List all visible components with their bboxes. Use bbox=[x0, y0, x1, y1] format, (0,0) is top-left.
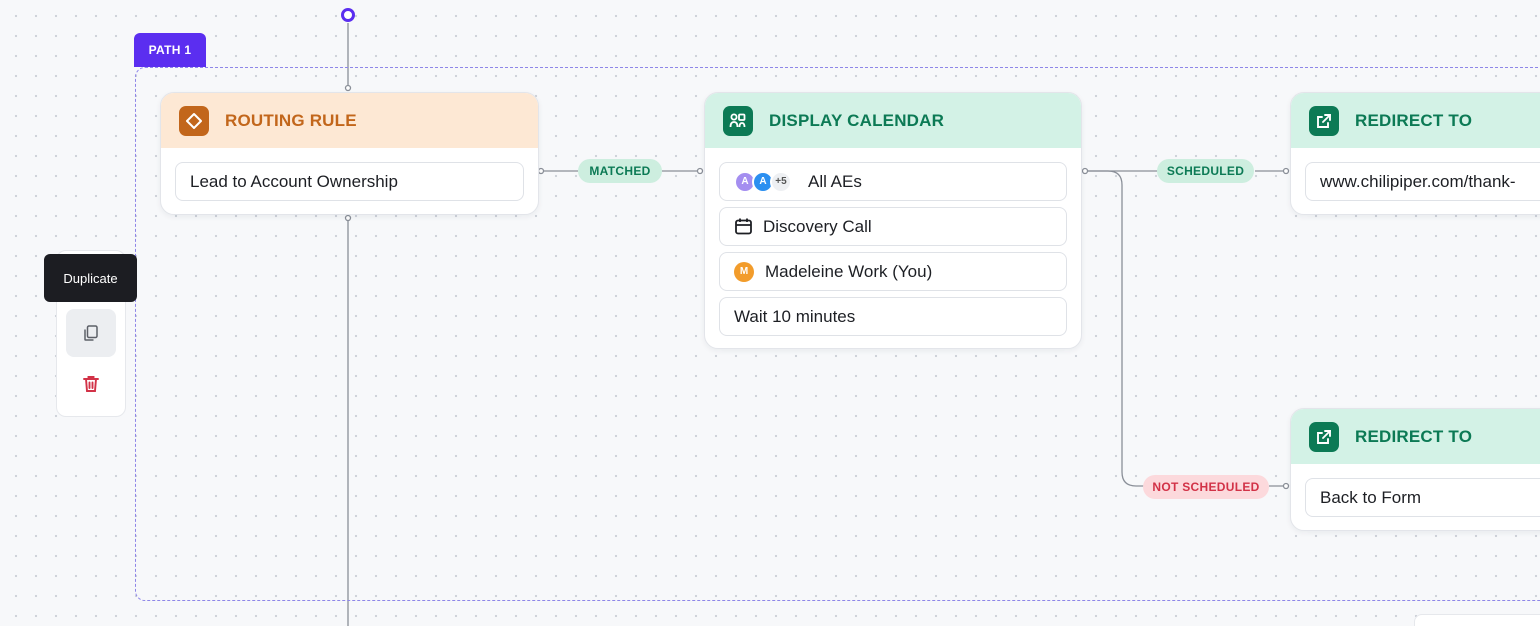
redirect-header: REDIRECT TO bbox=[1291, 93, 1540, 148]
meeting-owner-name: Madeleine Work (You) bbox=[765, 261, 933, 281]
redirect-header: REDIRECT TO bbox=[1291, 409, 1540, 464]
redirect-url[interactable]: www.chilipiper.com/thank- bbox=[1305, 162, 1540, 201]
not-scheduled-edge-label[interactable]: NOT SCHEDULED bbox=[1143, 475, 1269, 499]
meeting-type-label: Discovery Call bbox=[763, 216, 872, 236]
redirect-title: REDIRECT TO bbox=[1355, 110, 1473, 130]
external-link-icon bbox=[1309, 421, 1339, 452]
trash-icon bbox=[81, 374, 101, 394]
calendar-icon bbox=[734, 217, 753, 236]
display-calendar-node[interactable]: DISPLAY CALENDAR A A +5 All AEs Discover… bbox=[704, 92, 1082, 349]
matched-edge-label[interactable]: MATCHED bbox=[578, 159, 662, 183]
duplicate-tooltip: Duplicate bbox=[44, 254, 137, 302]
more-avatars-badge: +5 bbox=[770, 170, 792, 193]
flow-entry-handle[interactable] bbox=[341, 8, 355, 22]
avatar: M bbox=[734, 261, 754, 282]
minimap-panel[interactable] bbox=[1414, 614, 1540, 626]
routing-rule-title: ROUTING RULE bbox=[225, 110, 357, 130]
display-calendar-header: DISPLAY CALENDAR bbox=[705, 93, 1081, 148]
display-calendar-title: DISPLAY CALENDAR bbox=[769, 110, 945, 130]
assignee-pool-row[interactable]: A A +5 All AEs bbox=[719, 162, 1067, 201]
routing-rule-node[interactable]: ROUTING RULE Lead to Account Ownership bbox=[160, 92, 539, 215]
people-calendar-icon bbox=[723, 105, 753, 136]
meeting-owner-row[interactable]: M Madeleine Work (You) bbox=[719, 252, 1067, 291]
redirect-not-scheduled-node[interactable]: REDIRECT TO Back to Form bbox=[1290, 408, 1540, 531]
routing-rule-header: ROUTING RULE bbox=[161, 93, 538, 148]
routing-rule-name[interactable]: Lead to Account Ownership bbox=[175, 162, 524, 201]
assignee-pool-label: All AEs bbox=[808, 171, 862, 191]
external-link-icon bbox=[1309, 105, 1339, 136]
redirect-title: REDIRECT TO bbox=[1355, 426, 1473, 446]
diamond-icon bbox=[179, 105, 209, 136]
delete-button[interactable] bbox=[66, 360, 116, 408]
meeting-type-row[interactable]: Discovery Call bbox=[719, 207, 1067, 246]
copy-icon bbox=[82, 324, 100, 342]
redirect-scheduled-node[interactable]: REDIRECT TO www.chilipiper.com/thank- bbox=[1290, 92, 1540, 215]
redirect-target[interactable]: Back to Form bbox=[1305, 478, 1540, 517]
path-label[interactable]: PATH 1 bbox=[134, 33, 206, 67]
scheduled-edge-label[interactable]: SCHEDULED bbox=[1157, 159, 1254, 183]
duplicate-button[interactable] bbox=[66, 309, 116, 357]
wait-duration-row[interactable]: Wait 10 minutes bbox=[719, 297, 1067, 336]
